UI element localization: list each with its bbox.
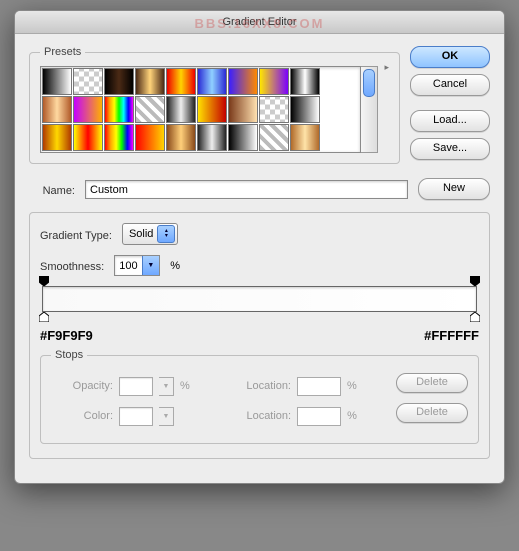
preset-swatch[interactable] [104, 124, 134, 151]
preset-swatch[interactable] [228, 124, 258, 151]
gradient-bar[interactable] [42, 286, 477, 312]
ok-button[interactable]: OK [410, 46, 490, 68]
opacity-stop-left[interactable] [39, 276, 49, 286]
preset-swatch[interactable] [197, 96, 227, 123]
preset-swatch[interactable] [290, 124, 320, 151]
cancel-button[interactable]: Cancel [410, 74, 490, 96]
preset-swatch[interactable] [166, 96, 196, 123]
opacity-stop-right[interactable] [470, 276, 480, 286]
smoothness-unit: % [170, 260, 180, 272]
stops-label: Stops [51, 349, 87, 361]
preset-swatch[interactable] [135, 96, 165, 123]
preset-swatch[interactable] [104, 96, 134, 123]
stops-fieldset: Stops Opacity: ▼ % Location: % Delete Co… [40, 349, 479, 444]
preset-swatch[interactable] [259, 124, 289, 151]
new-button[interactable]: New [418, 178, 490, 200]
preset-swatch[interactable] [42, 124, 72, 151]
opacity-unit: % [180, 380, 190, 392]
select-arrows-icon: ▴▾ [157, 225, 175, 243]
presets-menu-icon[interactable]: ▸ [384, 62, 389, 153]
dialog-buttons: OK Cancel Load... Save... [410, 46, 490, 166]
color-stop-right[interactable] [470, 312, 480, 322]
load-button[interactable]: Load... [410, 110, 490, 132]
preset-swatch[interactable] [197, 124, 227, 151]
opacity-input[interactable] [119, 377, 153, 396]
save-button[interactable]: Save... [410, 138, 490, 160]
preset-swatch[interactable] [135, 124, 165, 151]
titlebar[interactable]: Gradient Editor BBS.16XX8.COM [15, 11, 504, 34]
smoothness-value: 100 [115, 260, 141, 272]
preset-swatch[interactable] [259, 96, 289, 123]
presets-label: Presets [40, 46, 85, 58]
gradient-editor-dialog: Gradient Editor BBS.16XX8.COM Presets ▸ [14, 10, 505, 484]
name-input[interactable]: Custom [85, 180, 408, 199]
dropdown-arrow-icon: ▼ [159, 377, 174, 396]
location-unit: % [347, 410, 357, 422]
dropdown-arrow-icon: ▼ [159, 407, 174, 426]
scrollbar-thumb[interactable] [363, 69, 375, 97]
gradient-preview[interactable] [42, 286, 477, 312]
gradient-type-value: Solid [129, 228, 153, 240]
preset-swatch[interactable] [166, 68, 196, 95]
location-label: Location: [229, 380, 291, 392]
color-label: Color: [51, 410, 113, 422]
preset-swatch[interactable] [290, 96, 320, 123]
color-stop-right-value: #FFFFFF [424, 328, 479, 343]
preset-swatch[interactable] [228, 96, 258, 123]
gradient-settings: Gradient Type: Solid ▴▾ Smoothness: 100 … [29, 212, 490, 459]
color-swatch[interactable] [119, 407, 153, 426]
preset-swatch[interactable] [259, 68, 289, 95]
presets-scrollbar[interactable] [361, 66, 378, 153]
preset-swatch[interactable] [73, 68, 103, 95]
opacity-label: Opacity: [51, 380, 113, 392]
delete-color-stop-button[interactable]: Delete [396, 403, 468, 423]
preset-swatch[interactable] [104, 68, 134, 95]
presets-grid [40, 66, 361, 153]
preset-swatch[interactable] [73, 124, 103, 151]
preset-swatch[interactable] [197, 68, 227, 95]
presets-fieldset: Presets ▸ [29, 46, 400, 164]
smoothness-label: Smoothness: [40, 258, 104, 273]
opacity-location-input[interactable] [297, 377, 341, 396]
preset-swatch[interactable] [42, 68, 72, 95]
gradient-type-label: Gradient Type: [40, 227, 112, 242]
preset-swatch[interactable] [135, 68, 165, 95]
color-stop-left[interactable] [39, 312, 49, 322]
color-location-input[interactable] [297, 407, 341, 426]
preset-swatch[interactable] [290, 68, 320, 95]
name-label: Name: [29, 182, 75, 197]
color-stop-left-value: #F9F9F9 [40, 328, 93, 343]
delete-opacity-stop-button[interactable]: Delete [396, 373, 468, 393]
window-title: Gradient Editor [223, 16, 297, 28]
location-label: Location: [229, 410, 291, 422]
preset-swatch[interactable] [42, 96, 72, 123]
preset-swatch[interactable] [73, 96, 103, 123]
location-unit: % [347, 380, 357, 392]
preset-swatch[interactable] [166, 124, 196, 151]
preset-swatch[interactable] [228, 68, 258, 95]
smoothness-input[interactable]: 100 ▼ [114, 255, 160, 276]
dropdown-arrow-icon: ▼ [142, 256, 160, 275]
gradient-type-select[interactable]: Solid ▴▾ [122, 223, 178, 245]
